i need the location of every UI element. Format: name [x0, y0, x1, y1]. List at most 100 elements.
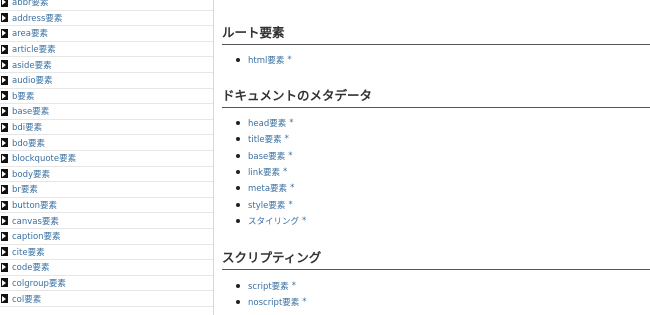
list-item: スタイリング *	[236, 213, 306, 229]
star-mark: *	[289, 118, 294, 129]
bullet-icon	[236, 186, 240, 191]
sidebar-item-label: col要素	[12, 294, 42, 305]
metadata-element-list: head要素 * title要素 * base要素 * link要素 * meta要素 *…	[236, 115, 306, 229]
sidebar-list: abbr要素 address要素 area要素 article要素 aside要…	[0, 0, 213, 307]
sidebar-item-label: aside要素	[12, 60, 52, 71]
list-item: style要素 *	[236, 196, 306, 212]
sidebar-item-abbr[interactable]: abbr要素	[0, 0, 213, 11]
chevron-right-icon	[1, 0, 8, 7]
bullet-icon	[236, 202, 240, 207]
element-link[interactable]: title要素	[248, 133, 282, 145]
chevron-right-icon	[1, 231, 8, 241]
star-mark: *	[284, 134, 289, 145]
element-link[interactable]: meta要素	[248, 182, 287, 194]
list-item: html要素 *	[236, 52, 292, 68]
list-item: noscript要素 *	[236, 294, 307, 310]
element-link[interactable]: noscript要素	[248, 296, 299, 308]
element-link[interactable]: スタイリング	[248, 215, 299, 227]
sidebar-item-label: blockquote要素	[12, 154, 77, 165]
chevron-right-icon	[1, 184, 8, 194]
sidebar-item-aside[interactable]: aside要素	[0, 57, 213, 73]
sidebar-item-label: body要素	[12, 169, 51, 180]
sidebar-item-label: cite要素	[12, 247, 45, 258]
sidebar-item-label: bdi要素	[12, 123, 43, 134]
sidebar-item-button[interactable]: button要素	[0, 198, 213, 214]
sidebar-item-article[interactable]: article要素	[0, 42, 213, 58]
star-mark: *	[302, 297, 307, 308]
chevron-right-icon	[1, 278, 8, 288]
main-content: ルート要素 html要素 * ドキュメントのメタデータ head要素 * title…	[222, 0, 650, 315]
chevron-right-icon	[1, 138, 8, 148]
chevron-right-icon	[1, 153, 8, 163]
sidebar-item-bdi[interactable]: bdi要素	[0, 120, 213, 136]
page: abbr要素 address要素 area要素 article要素 aside要…	[0, 0, 650, 315]
sidebar-item-label: caption要素	[12, 232, 61, 243]
star-mark: *	[287, 55, 292, 66]
sidebar-item-area[interactable]: area要素	[0, 26, 213, 42]
sidebar-item-label: bdo要素	[12, 138, 45, 149]
bullet-icon	[236, 284, 240, 289]
chevron-right-icon	[1, 200, 8, 210]
sidebar-item-label: area要素	[12, 29, 48, 40]
section-heading-metadata: ドキュメントのメタデータ	[222, 89, 650, 108]
chevron-right-icon	[1, 91, 8, 101]
sidebar-item-audio[interactable]: audio要素	[0, 73, 213, 89]
sidebar-item-label: article要素	[12, 45, 56, 56]
list-item: title要素 *	[236, 131, 306, 147]
element-link[interactable]: head要素	[248, 117, 286, 129]
sidebar-item-label: audio要素	[12, 76, 53, 87]
chevron-right-icon	[1, 216, 8, 226]
chevron-right-icon	[1, 28, 8, 38]
bullet-icon	[236, 218, 240, 223]
sidebar-item-code[interactable]: code要素	[0, 260, 213, 276]
sidebar-item-br[interactable]: br要素	[0, 182, 213, 198]
chevron-right-icon	[1, 75, 8, 85]
star-mark: *	[291, 281, 296, 292]
chevron-right-icon	[1, 44, 8, 54]
element-link[interactable]: script要素	[248, 280, 289, 292]
sidebar-item-label: button要素	[12, 201, 58, 212]
star-mark: *	[302, 215, 307, 226]
scripting-element-list: script要素 * noscript要素 *	[236, 278, 307, 311]
sidebar-item-cite[interactable]: cite要素	[0, 245, 213, 261]
element-link[interactable]: html要素	[248, 54, 284, 66]
chevron-right-icon	[1, 247, 8, 257]
list-item: meta要素 *	[236, 180, 306, 196]
element-link[interactable]: link要素	[248, 166, 280, 178]
sidebar-item-colgroup[interactable]: colgroup要素	[0, 276, 213, 292]
sidebar-item-body[interactable]: body要素	[0, 167, 213, 183]
sidebar-item-col[interactable]: col要素	[0, 291, 213, 307]
section-heading-scripting: スクリプティング	[222, 251, 650, 270]
sidebar-item-canvas[interactable]: canvas要素	[0, 213, 213, 229]
chevron-right-icon	[1, 169, 8, 179]
chevron-right-icon	[1, 13, 8, 23]
sidebar-item-label: base要素	[12, 107, 50, 118]
chevron-right-icon	[1, 60, 8, 70]
sidebar-item-bdo[interactable]: bdo要素	[0, 135, 213, 151]
bullet-icon	[236, 58, 240, 63]
element-link[interactable]: base要素	[248, 150, 285, 162]
sidebar-item-label: colgroup要素	[12, 278, 66, 289]
star-mark: *	[288, 150, 293, 161]
sidebar-item-address[interactable]: address要素	[0, 11, 213, 27]
bullet-icon	[236, 137, 240, 142]
sidebar-item-blockquote[interactable]: blockquote要素	[0, 151, 213, 167]
sidebar-item-caption[interactable]: caption要素	[0, 229, 213, 245]
sidebar-item-label: address要素	[12, 13, 63, 24]
chevron-right-icon	[1, 294, 8, 304]
chevron-right-icon	[1, 122, 8, 132]
sidebar-item-base[interactable]: base要素	[0, 104, 213, 120]
sidebar-item-label: br要素	[12, 185, 38, 196]
bullet-icon	[236, 170, 240, 175]
sidebar: abbr要素 address要素 area要素 article要素 aside要…	[0, 0, 214, 315]
bullet-icon	[236, 121, 240, 126]
bullet-icon	[236, 300, 240, 305]
sidebar-item-b[interactable]: b要素	[0, 89, 213, 105]
sidebar-item-label: canvas要素	[12, 216, 59, 227]
chevron-right-icon	[1, 106, 8, 116]
element-link[interactable]: style要素	[248, 199, 285, 211]
star-mark: *	[290, 183, 295, 194]
list-item: link要素 *	[236, 164, 306, 180]
star-mark: *	[288, 199, 293, 210]
chevron-right-icon	[1, 262, 8, 272]
